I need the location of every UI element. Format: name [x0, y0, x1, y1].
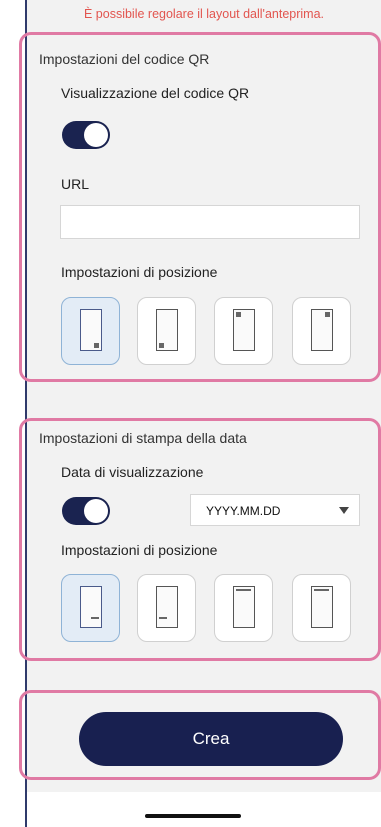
date-position-top-left[interactable]: [214, 574, 273, 642]
layout-hint-text: È possibile regolare il layout dall'ante…: [83, 7, 324, 21]
qr-position-bottom-right[interactable]: [61, 297, 120, 365]
qr-display-toggle[interactable]: [62, 121, 110, 149]
card-preview-icon: [233, 586, 255, 628]
url-input[interactable]: [60, 205, 360, 239]
date-marker-icon: [159, 617, 167, 619]
date-marker-icon: [91, 617, 99, 619]
card-preview-icon: [233, 309, 255, 351]
card-preview-icon: [80, 586, 102, 628]
card-preview-icon: [311, 309, 333, 351]
card-preview-icon: [156, 586, 178, 628]
qr-position-label: Impostazioni di posizione: [61, 264, 218, 280]
date-marker-icon: [236, 589, 251, 591]
qr-marker-icon: [236, 312, 241, 317]
date-position-bottom-right[interactable]: [61, 574, 120, 642]
date-settings-title: Impostazioni di stampa della data: [39, 430, 247, 446]
date-position-top-right[interactable]: [292, 574, 351, 642]
qr-display-label: Visualizzazione del codice QR: [61, 85, 250, 101]
home-indicator: [145, 814, 241, 818]
toggle-knob: [84, 499, 108, 523]
card-preview-icon: [80, 309, 102, 351]
date-position-label: Impostazioni di posizione: [61, 542, 218, 558]
date-display-toggle[interactable]: [62, 497, 110, 525]
card-preview-icon: [156, 309, 178, 351]
qr-position-top-left[interactable]: [214, 297, 273, 365]
url-label: URL: [61, 176, 90, 192]
qr-settings-title: Impostazioni del codice QR: [39, 51, 210, 67]
qr-marker-icon: [94, 343, 99, 348]
qr-marker-icon: [159, 343, 164, 348]
date-format-value: YYYY.MM.DD: [206, 504, 281, 518]
qr-position-bottom-left[interactable]: [137, 297, 196, 365]
toggle-knob: [84, 123, 108, 147]
date-marker-icon: [314, 589, 329, 591]
card-preview-icon: [311, 586, 333, 628]
dropdown-arrow-icon: [339, 507, 349, 514]
date-format-select[interactable]: YYYY.MM.DD: [190, 494, 360, 526]
date-display-label: Data di visualizzazione: [61, 464, 204, 480]
create-button[interactable]: Crea: [79, 712, 343, 766]
date-position-bottom-left[interactable]: [137, 574, 196, 642]
qr-marker-icon: [325, 312, 330, 317]
qr-position-top-right[interactable]: [292, 297, 351, 365]
bottom-safe-area: [27, 792, 381, 827]
